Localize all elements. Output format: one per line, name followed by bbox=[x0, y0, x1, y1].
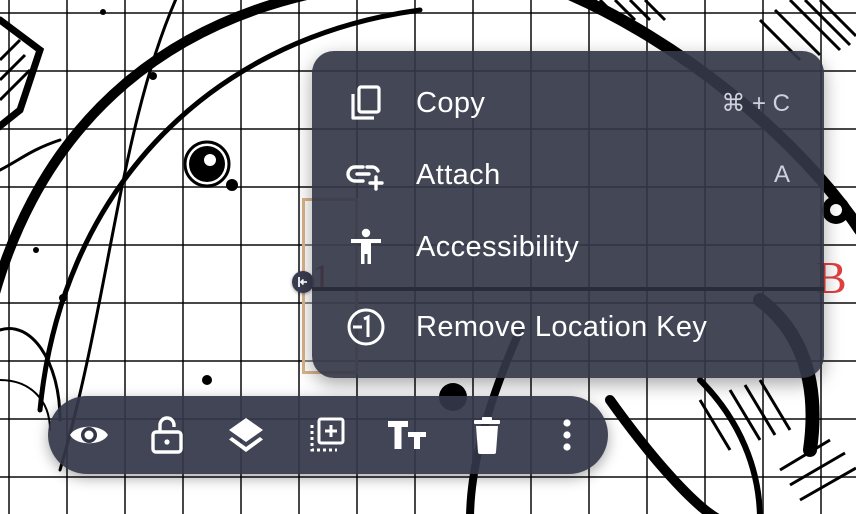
bottom-toolbar bbox=[48, 396, 608, 474]
map-dot bbox=[149, 72, 157, 80]
attach-icon bbox=[344, 153, 388, 197]
menu-item-label: Attach bbox=[416, 158, 501, 191]
menu-divider bbox=[312, 287, 824, 291]
trash-icon bbox=[474, 417, 500, 454]
map-dot bbox=[59, 294, 67, 302]
map-hatching bbox=[779, 438, 856, 502]
map-dot bbox=[33, 247, 39, 253]
menu-item-copy[interactable]: Copy ⌘ + C bbox=[312, 73, 824, 133]
menu-item-label: Copy bbox=[416, 86, 486, 119]
more-vertical-icon bbox=[563, 419, 571, 451]
context-menu: Copy ⌘ + C Attach A Accessibility Remove… bbox=[312, 51, 824, 378]
menu-item-label: Accessibility bbox=[416, 230, 580, 263]
menu-item-accessibility[interactable]: Accessibility bbox=[312, 217, 824, 277]
menu-item-shortcut: A bbox=[773, 161, 790, 188]
toggle-visibility-button[interactable] bbox=[62, 408, 116, 462]
add-to-group-button[interactable] bbox=[300, 408, 354, 462]
collapse-left-icon bbox=[298, 277, 307, 287]
map-dot bbox=[226, 179, 238, 191]
eye-icon bbox=[70, 426, 108, 444]
map-dot bbox=[830, 204, 842, 216]
delete-button[interactable] bbox=[460, 408, 514, 462]
remove-key-icon bbox=[344, 305, 388, 349]
map-pillar-highlight bbox=[204, 154, 216, 166]
map-wall-arc bbox=[605, 395, 720, 514]
unlock-icon bbox=[151, 416, 183, 454]
lock-toggle-button[interactable] bbox=[140, 408, 194, 462]
text-size-icon bbox=[388, 421, 426, 449]
layers-icon bbox=[229, 418, 263, 452]
resize-handle[interactable] bbox=[292, 271, 314, 293]
add-to-group-icon bbox=[310, 417, 345, 452]
menu-item-shortcut: ⌘ + C bbox=[721, 89, 790, 117]
more-options-button[interactable] bbox=[540, 408, 594, 462]
copy-icon bbox=[344, 81, 388, 125]
menu-item-attach[interactable]: Attach A bbox=[312, 145, 824, 205]
map-wall-arc bbox=[697, 377, 763, 514]
layers-button[interactable] bbox=[219, 408, 273, 462]
accessibility-icon bbox=[344, 225, 388, 269]
text-size-button[interactable] bbox=[380, 408, 434, 462]
map-dot bbox=[100, 9, 106, 15]
menu-item-remove-location-key[interactable]: Remove Location Key bbox=[312, 297, 824, 357]
map-dot bbox=[202, 375, 212, 385]
menu-item-label: Remove Location Key bbox=[416, 310, 708, 343]
